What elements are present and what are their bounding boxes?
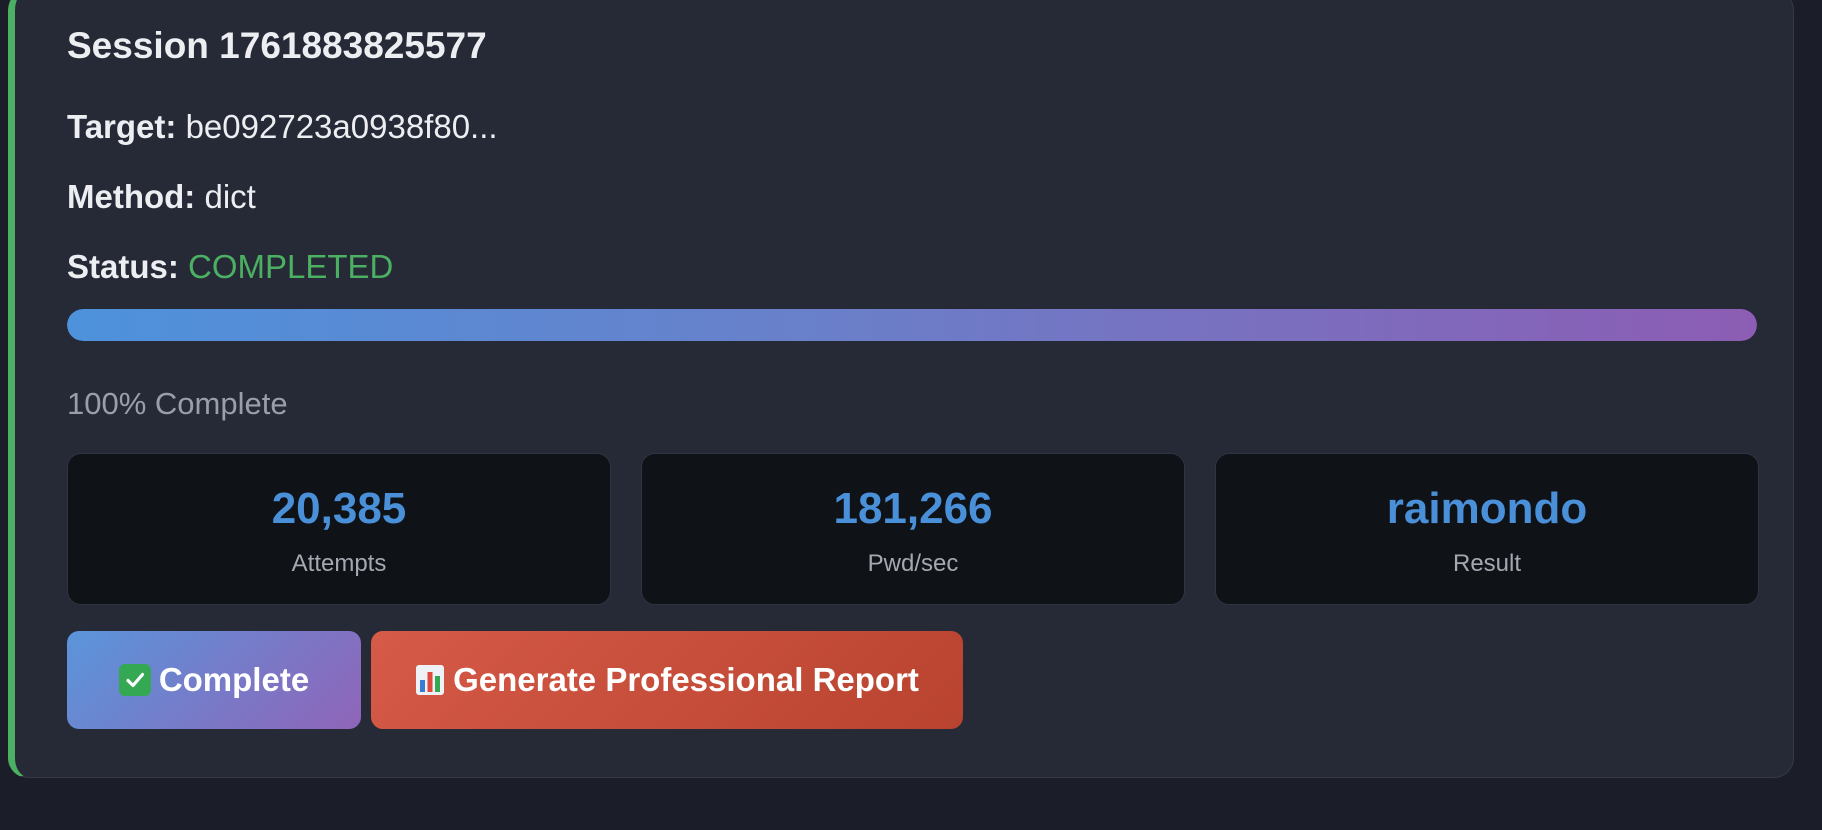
progress-bar	[67, 309, 1757, 341]
target-label: Target:	[67, 108, 177, 145]
complete-button-label: Complete	[158, 661, 310, 698]
status-value: COMPLETED	[188, 248, 394, 285]
stat-value: raimondo	[1386, 484, 1588, 533]
progress-bar-fill	[67, 309, 1757, 341]
stat-label: Attempts	[291, 550, 387, 577]
session-card: Session 1761883825577 Target: be092723a0…	[8, 0, 1794, 778]
progress-text: 100% Complete	[67, 386, 288, 421]
stat-label: Pwd/sec	[867, 550, 959, 577]
stat-label: Result	[1452, 550, 1522, 577]
stat-value: 181,266	[833, 484, 993, 533]
target-row: Target: be092723a0938f80...	[67, 108, 498, 146]
stat-card-result: raimondo Result	[1215, 453, 1759, 605]
session-title: Session 1761883825577	[67, 25, 487, 66]
check-mark-icon	[118, 664, 151, 696]
status-label: Status:	[67, 248, 179, 285]
target-value: be092723a0938f80...	[185, 108, 498, 145]
method-row: Method: dict	[67, 178, 256, 216]
bar-chart-icon	[415, 664, 445, 696]
stat-value: 20,385	[271, 484, 407, 533]
complete-button[interactable]: Complete	[67, 631, 361, 729]
generate-report-button-label: Generate Professional Report	[453, 661, 919, 698]
stat-card-attempts: 20,385 Attempts	[67, 453, 611, 605]
stat-card-speed: 181,266 Pwd/sec	[641, 453, 1185, 605]
method-label: Method:	[67, 178, 196, 215]
generate-report-button[interactable]: Generate Professional Report	[371, 631, 963, 729]
status-row: Status: COMPLETED	[67, 248, 393, 286]
method-value: dict	[204, 178, 256, 215]
